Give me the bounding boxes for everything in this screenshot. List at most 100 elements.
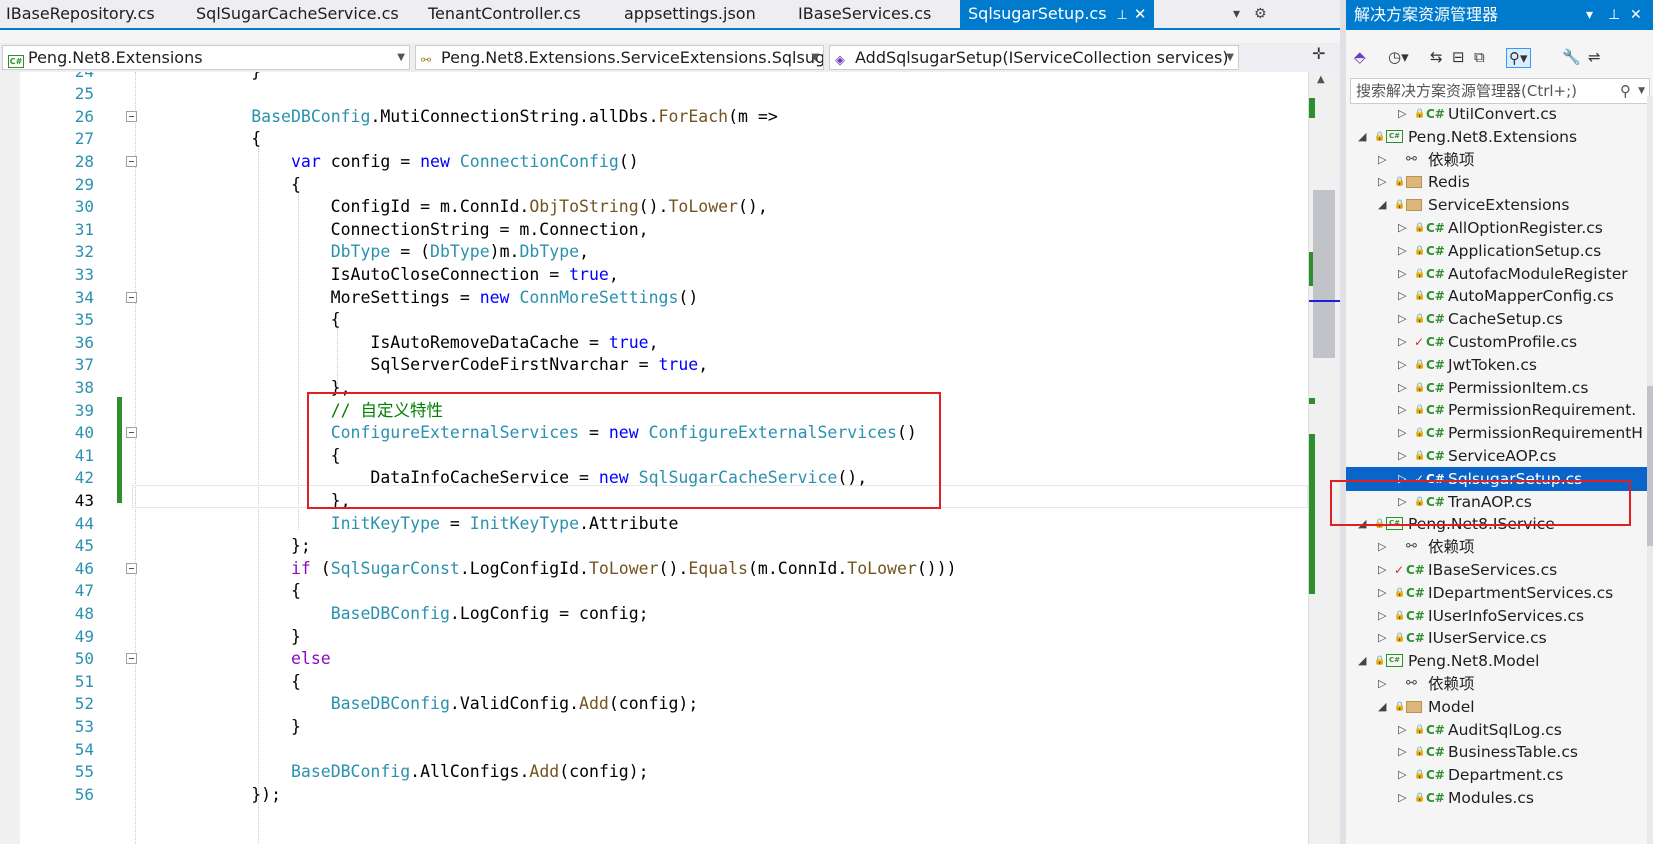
type-dropdown[interactable]: ⚯ Peng.Net8.Extensions.ServiceExtensions.… bbox=[415, 45, 824, 70]
code-line[interactable]: 27 { bbox=[0, 127, 1308, 151]
code-line[interactable]: 53 } bbox=[0, 715, 1308, 739]
code-line[interactable]: 33 IsAutoCloseConnection = true, bbox=[0, 263, 1308, 287]
expanded-arrow-icon[interactable]: ◢ bbox=[1358, 125, 1366, 149]
tree-item-serviceaop-cs[interactable]: ▷ 🔒 C# ServiceAOP.cs bbox=[1346, 444, 1653, 468]
collapsed-arrow-icon[interactable]: ▷ bbox=[1398, 740, 1406, 764]
tab-appsettings[interactable]: appsettings.json bbox=[624, 0, 756, 28]
pin-icon[interactable]: ⊥ bbox=[1608, 0, 1620, 30]
scrollbar-thumb[interactable] bbox=[1647, 386, 1653, 546]
collapsed-arrow-icon[interactable]: ▷ bbox=[1398, 284, 1406, 308]
collapsed-arrow-icon[interactable]: ▷ bbox=[1378, 535, 1386, 559]
code-line[interactable]: 52 BaseDBConfig.ValidConfig.Add(config); bbox=[0, 692, 1308, 716]
collapsed-arrow-icon[interactable]: ▷ bbox=[1398, 718, 1406, 742]
filter-icon[interactable]: ⚲▾ bbox=[1506, 48, 1531, 68]
tree-item-peng-net8-model[interactable]: ◢ 🔒 C# Peng.Net8.Model bbox=[1346, 649, 1653, 673]
member-dropdown[interactable]: ◈ AddSqlsugarSetup(IServiceCollection ser… bbox=[829, 45, 1239, 70]
tree-item-businesstable-cs[interactable]: ▷ 🔒 C# BusinessTable.cs bbox=[1346, 740, 1653, 764]
code-line[interactable]: 28 var config = new ConnectionConfig() bbox=[0, 150, 1308, 174]
code-line[interactable]: 29 { bbox=[0, 173, 1308, 197]
code-line[interactable]: 31 ConnectionString = m.Connection, bbox=[0, 218, 1308, 242]
tree-item-permissionrequirementh[interactable]: ▷ 🔒 C# PermissionRequirementH bbox=[1346, 421, 1653, 445]
collapsed-arrow-icon[interactable]: ▷ bbox=[1378, 170, 1386, 194]
sync-icon[interactable]: ⇆ bbox=[1430, 48, 1443, 66]
solution-explorer-search-input[interactable]: 搜索解决方案资源管理器(Ctrl+;) ⚲ ▼ bbox=[1350, 78, 1650, 104]
code-line[interactable]: 48 BaseDBConfig.LogConfig = config; bbox=[0, 602, 1308, 626]
tree-item-permissionrequirement[interactable]: ▷ 🔒 C# PermissionRequirement. bbox=[1346, 398, 1653, 422]
code-line[interactable]: 26 BaseDBConfig.MutiConnectionString.all… bbox=[0, 105, 1308, 129]
code-line[interactable]: 36 IsAutoRemoveDataCache = true, bbox=[0, 331, 1308, 355]
tree-item-automapperconfig-cs[interactable]: ▷ 🔒 C# AutoMapperConfig.cs bbox=[1346, 284, 1653, 308]
code-line[interactable]: 54 bbox=[0, 738, 1308, 762]
code-line[interactable]: 47 { bbox=[0, 579, 1308, 603]
tree-item-modules-cs[interactable]: ▷ 🔒 C# Modules.cs bbox=[1346, 786, 1653, 810]
tree-item-iuserservice-cs[interactable]: ▷ 🔒 C# IUserService.cs bbox=[1346, 626, 1653, 650]
code-line[interactable]: 56 }); bbox=[0, 783, 1308, 807]
tree-item-redis[interactable]: ▷ 🔒 Redis bbox=[1346, 170, 1653, 194]
tree-item-iuserinfoservices-cs[interactable]: ▷ 🔒 C# IUserInfoServices.cs bbox=[1346, 604, 1653, 628]
code-line[interactable]: 35 { bbox=[0, 308, 1308, 332]
tree-item-alloptionregister-cs[interactable]: ▷ 🔒 C# AllOptionRegister.cs bbox=[1346, 216, 1653, 240]
pin-icon[interactable]: ⊥ bbox=[1117, 8, 1128, 23]
tree-item-jwttoken-cs[interactable]: ▷ 🔒 C# JwtToken.cs bbox=[1346, 353, 1653, 377]
collapsed-arrow-icon[interactable]: ▷ bbox=[1398, 786, 1406, 810]
collapsed-arrow-icon[interactable]: ▷ bbox=[1398, 239, 1406, 263]
close-icon[interactable]: ✕ bbox=[1630, 0, 1642, 30]
code-line[interactable]: 49 } bbox=[0, 625, 1308, 649]
tree-item-utilconvert-cs[interactable]: ▷ 🔒 C# UtilConvert.cs bbox=[1346, 108, 1653, 126]
split-window-icon[interactable]: ✛ bbox=[1312, 44, 1325, 63]
wrench-icon[interactable]: 🔧 bbox=[1562, 48, 1581, 66]
tree-item-department-cs[interactable]: ▷ 🔒 C# Department.cs bbox=[1346, 763, 1653, 787]
code-line[interactable]: 45 }; bbox=[0, 534, 1308, 558]
code-line[interactable]: 37 SqlServerCodeFirstNvarchar = true, bbox=[0, 353, 1308, 377]
tab-list-dropdown-icon[interactable]: ▾ bbox=[1233, 0, 1240, 28]
collapsed-arrow-icon[interactable]: ▷ bbox=[1398, 353, 1406, 377]
expanded-arrow-icon[interactable]: ◢ bbox=[1358, 649, 1366, 673]
vs-icon[interactable]: ⬘ bbox=[1354, 48, 1366, 66]
collapsed-arrow-icon[interactable]: ▷ bbox=[1398, 421, 1406, 445]
collapsed-arrow-icon[interactable]: ▷ bbox=[1378, 672, 1386, 696]
collapsed-arrow-icon[interactable]: ▷ bbox=[1398, 108, 1406, 126]
chevron-down-icon[interactable]: ▼ bbox=[1638, 79, 1645, 103]
collapsed-arrow-icon[interactable]: ▷ bbox=[1398, 398, 1406, 422]
collapsed-arrow-icon[interactable]: ▷ bbox=[1378, 604, 1386, 628]
tab-tenantcontroller[interactable]: TenantController.cs bbox=[428, 0, 581, 28]
code-line[interactable]: 34 MoreSettings = new ConnMoreSettings() bbox=[0, 286, 1308, 310]
preview-icon[interactable]: ⇌ bbox=[1588, 48, 1601, 66]
tree-item-permissionitem-cs[interactable]: ▷ 🔒 C# PermissionItem.cs bbox=[1346, 376, 1653, 400]
code-line[interactable]: 50 else bbox=[0, 647, 1308, 671]
tree-item-ibaseservices-cs[interactable]: ▷ ✓ C# IBaseServices.cs bbox=[1346, 558, 1653, 582]
collapsed-arrow-icon[interactable]: ▷ bbox=[1398, 330, 1406, 354]
tab-ibaseservices[interactable]: IBaseServices.cs bbox=[798, 0, 931, 28]
tree-item-model[interactable]: ◢ 🔒 Model bbox=[1346, 695, 1653, 719]
collapsed-arrow-icon[interactable]: ▷ bbox=[1398, 376, 1406, 400]
collapsed-arrow-icon[interactable]: ▷ bbox=[1398, 444, 1406, 468]
collapsed-arrow-icon[interactable]: ▷ bbox=[1398, 216, 1406, 240]
collapsed-arrow-icon[interactable]: ▷ bbox=[1398, 262, 1406, 286]
collapsed-arrow-icon[interactable]: ▷ bbox=[1378, 626, 1386, 650]
tab-sqlsugarcacheservice[interactable]: SqlSugarCacheService.cs bbox=[196, 0, 399, 28]
code-line[interactable]: 55 BaseDBConfig.AllConfigs.Add(config); bbox=[0, 760, 1308, 784]
search-icon[interactable]: ⚲ bbox=[1620, 79, 1631, 103]
copy-icon[interactable]: ⧉ bbox=[1474, 48, 1485, 66]
window-menu-dropdown-icon[interactable]: ▾ bbox=[1586, 0, 1593, 30]
tree-item-依赖项[interactable]: ▷ ⚯ 依赖项 bbox=[1346, 672, 1653, 696]
scroll-up-arrow-icon[interactable]: ▲ bbox=[1317, 74, 1325, 85]
settings-gear-icon[interactable]: ⚙ bbox=[1254, 0, 1267, 28]
project-dropdown[interactable]: C# Peng.Net8.Extensions ▼ bbox=[2, 45, 410, 70]
code-line[interactable]: 32 DbType = (DbType)m.DbType, bbox=[0, 240, 1308, 264]
code-line[interactable]: 44 InitKeyType = InitKeyType.Attribute bbox=[0, 512, 1308, 536]
code-line[interactable]: 25 bbox=[0, 82, 1308, 106]
tree-item-auditsqllog-cs[interactable]: ▷ 🔒 C# AuditSqlLog.cs bbox=[1346, 718, 1653, 742]
close-icon[interactable]: ✕ bbox=[1134, 5, 1147, 23]
solution-explorer-scrollbar[interactable] bbox=[1647, 96, 1653, 844]
tree-item-peng-net8-extensions[interactable]: ◢ 🔒 C# Peng.Net8.Extensions bbox=[1346, 125, 1653, 149]
tree-item-cachesetup-cs[interactable]: ▷ 🔒 C# CacheSetup.cs bbox=[1346, 307, 1653, 331]
collapse-icon[interactable]: ⊟ bbox=[1452, 48, 1465, 66]
code-line[interactable]: 46 if (SqlSugarConst.LogConfigId.ToLower… bbox=[0, 557, 1308, 581]
tree-item-idepartmentservices-cs[interactable]: ▷ 🔒 C# IDepartmentServices.cs bbox=[1346, 581, 1653, 605]
tree-item-autofacmoduleregister[interactable]: ▷ 🔒 C# AutofacModuleRegister bbox=[1346, 262, 1653, 286]
collapsed-arrow-icon[interactable]: ▷ bbox=[1398, 307, 1406, 331]
scrollbar-thumb[interactable] bbox=[1313, 190, 1335, 358]
collapsed-arrow-icon[interactable]: ▷ bbox=[1398, 763, 1406, 787]
tree-item-依赖项[interactable]: ▷ ⚯ 依赖项 bbox=[1346, 535, 1653, 559]
